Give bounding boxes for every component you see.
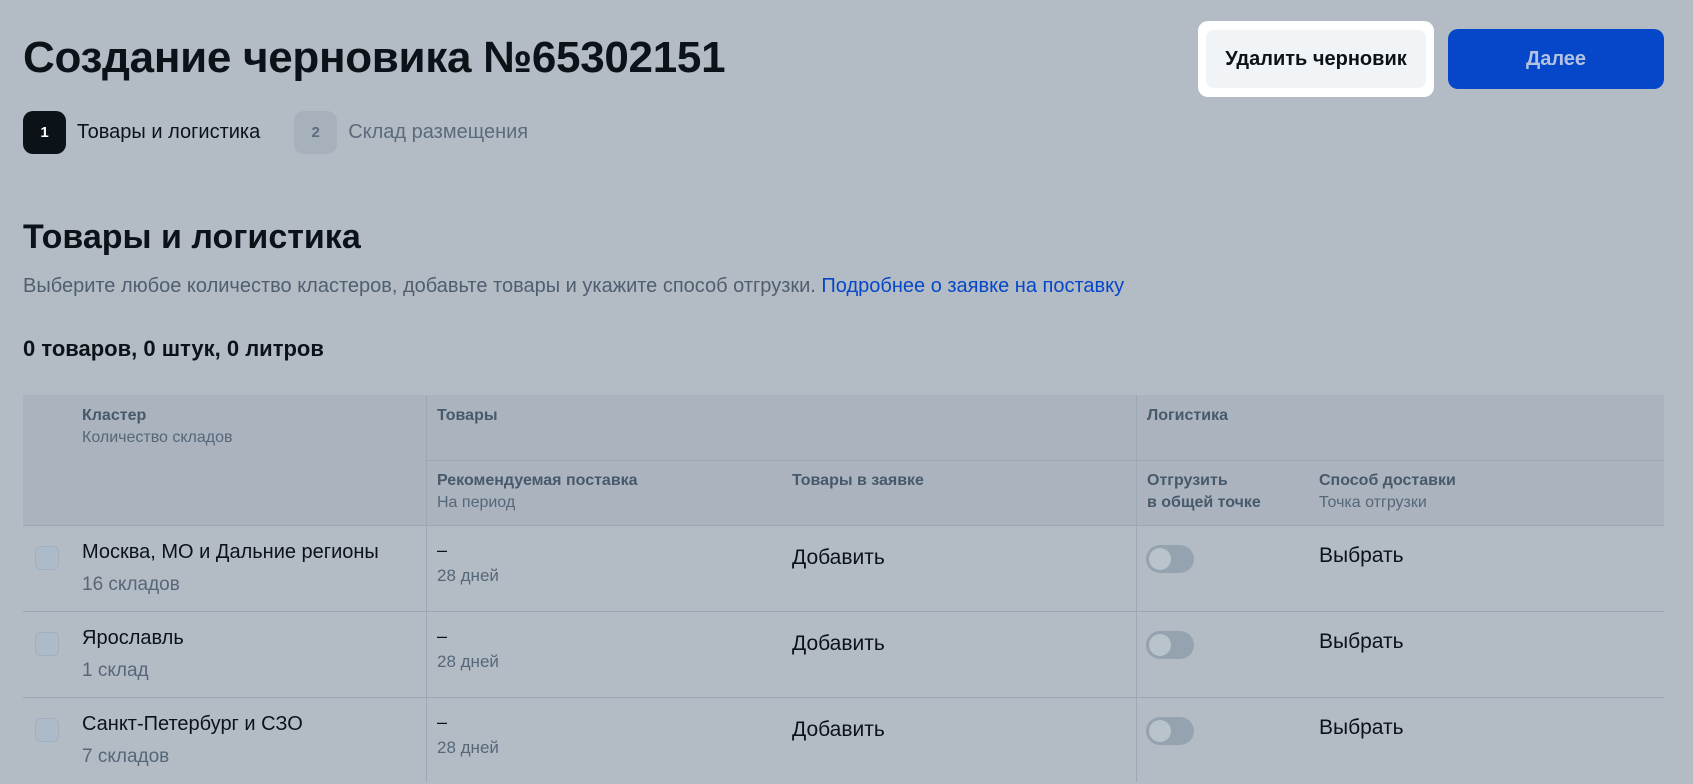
header-in-request: Товары в заявке [792, 470, 924, 492]
choose-delivery-button[interactable]: Выбрать [1319, 542, 1404, 570]
row-checkbox[interactable] [35, 718, 59, 742]
page-title: Создание черновика №65302151 [23, 33, 726, 82]
warehouse-count: 16 складов [82, 574, 180, 595]
header-delivery-method-title: Способ доставки [1319, 472, 1456, 489]
step-number-badge: 2 [294, 110, 338, 154]
header-recommended: Рекомендуемая поставка На период [437, 470, 638, 514]
add-goods-button[interactable]: Добавить [792, 544, 885, 572]
ship-common-toggle[interactable] [1146, 717, 1194, 745]
section-description: Выберите любое количество кластеров, доб… [23, 273, 1124, 299]
header-logistics: Логистика [1147, 405, 1228, 427]
warehouse-count: 1 склад [82, 660, 149, 681]
header-cluster-title: Кластер [82, 407, 147, 424]
header-recommended-subtitle: На период [437, 494, 516, 511]
add-goods-button[interactable]: Добавить [792, 716, 885, 744]
header-ship-common: Отгрузить в общей точке [1147, 470, 1261, 514]
header-delivery-method-subtitle: Точка отгрузки [1319, 494, 1427, 511]
row-checkbox[interactable] [35, 546, 59, 570]
section-description-text: Выберите любое количество кластеров, доб… [23, 275, 816, 297]
toggle-knob [1149, 634, 1171, 656]
header-divider [426, 460, 1664, 461]
header-goods: Товары [437, 405, 498, 427]
table-row: Санкт-Петербург и СЗО 7 складов – 28 дне… [23, 698, 1664, 784]
row-checkbox[interactable] [35, 632, 59, 656]
header-delivery-method: Способ доставки Точка отгрузки [1319, 470, 1456, 514]
step-label: Склад размещения [348, 120, 529, 143]
choose-delivery-button[interactable]: Выбрать [1319, 714, 1404, 742]
toggle-knob [1149, 548, 1171, 570]
ship-common-toggle[interactable] [1146, 631, 1194, 659]
cluster-name: Санкт-Петербург и СЗО [82, 713, 303, 735]
header-logistics-title: Логистика [1147, 407, 1228, 424]
recommended-period: 28 дней [437, 652, 499, 671]
goods-summary: 0 товаров, 0 штук, 0 литров [23, 336, 324, 361]
header-goods-title: Товары [437, 407, 498, 424]
step-number-badge: 1 [23, 110, 66, 154]
toggle-knob [1149, 720, 1171, 742]
header-cluster-subtitle: Количество складов [82, 429, 233, 446]
table-row: Москва, МО и Дальние регионы 16 складов … [23, 526, 1664, 612]
delete-draft-button[interactable]: Удалить черновик [1206, 30, 1426, 88]
step-warehouse[interactable]: 2 Склад размещения [294, 110, 529, 154]
warehouse-count: 7 складов [82, 746, 170, 767]
choose-delivery-button[interactable]: Выбрать [1319, 628, 1404, 656]
recommended-value: – [437, 626, 448, 646]
cluster-name: Ярославль [82, 627, 184, 649]
recommended-period: 28 дней [437, 566, 499, 585]
recommended-period: 28 дней [437, 738, 499, 757]
supply-request-info-link[interactable]: Подробнее о заявке на поставку [821, 275, 1124, 297]
supply-draft-page: Создание черновика №65302151 Удалить чер… [0, 0, 1693, 782]
stepper: 1 Товары и логистика 2 Склад размещения [23, 110, 528, 154]
header-ship-common-line1: Отгрузить [1147, 472, 1228, 489]
next-button[interactable]: Далее [1448, 29, 1664, 89]
ship-common-toggle[interactable] [1146, 545, 1194, 573]
table-row: Ярославль 1 склад – 28 дней Добавить Выб… [23, 612, 1664, 698]
header-in-request-title: Товары в заявке [792, 472, 924, 489]
step-goods-logistics[interactable]: 1 Товары и логистика [23, 110, 261, 154]
add-goods-button[interactable]: Добавить [792, 630, 885, 658]
header-cluster: Кластер Количество складов [82, 405, 233, 449]
header-recommended-title: Рекомендуемая поставка [437, 472, 638, 489]
step-label: Товары и логистика [77, 120, 261, 143]
section-title: Товары и логистика [23, 218, 361, 256]
table-header: Кластер Количество складов Товары Логист… [23, 395, 1664, 525]
recommended-value: – [437, 540, 448, 560]
header-ship-common-line2: в общей точке [1147, 494, 1261, 511]
clusters-table: Кластер Количество складов Товары Логист… [23, 395, 1664, 782]
cluster-name: Москва, МО и Дальние регионы [82, 541, 379, 563]
recommended-value: – [437, 712, 448, 732]
